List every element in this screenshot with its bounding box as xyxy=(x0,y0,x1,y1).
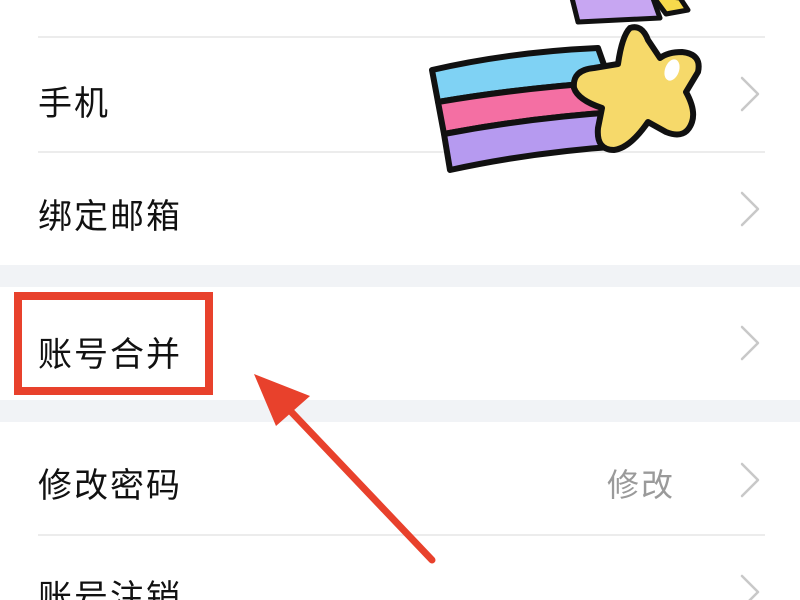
highlight-box xyxy=(14,292,213,395)
chevron-right-icon xyxy=(740,325,760,361)
settings-row-label: 手机 xyxy=(38,84,110,124)
settings-row-label: 账号注销 xyxy=(38,578,182,600)
settings-row-label: 绑定邮箱 xyxy=(38,197,182,237)
settings-row-label: 修改密码 xyxy=(38,466,182,506)
shooting-star-partial-icon xyxy=(569,0,691,25)
chevron-right-icon xyxy=(740,191,760,227)
chevron-right-icon xyxy=(740,462,760,498)
account-settings-screen: 手机 绑定邮箱 账号合并 修改密码 修改 账号注销 xyxy=(0,0,800,600)
settings-row-value: 修改 xyxy=(606,466,675,504)
red-pointer-arrow-icon xyxy=(254,374,436,564)
chevron-right-icon xyxy=(740,76,760,112)
shooting-star-sticker xyxy=(429,0,702,173)
section-gap xyxy=(0,265,800,287)
chevron-right-icon xyxy=(740,574,760,600)
